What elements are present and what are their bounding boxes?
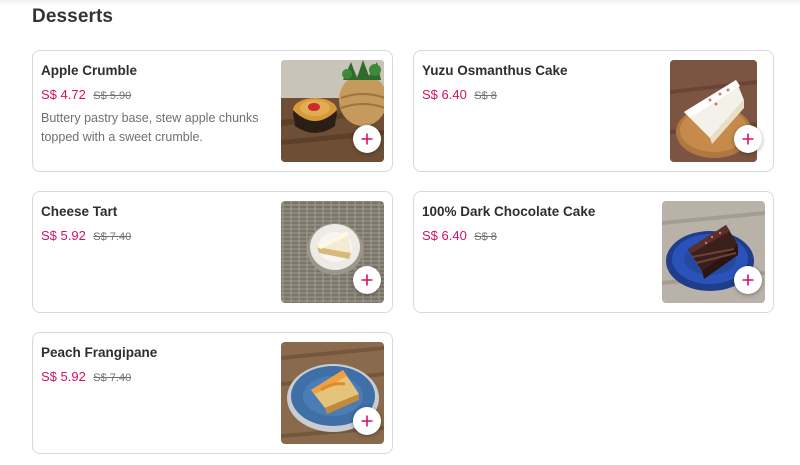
plus-icon <box>742 274 754 286</box>
menu-item-name: 100% Dark Chocolate Cake <box>422 204 596 219</box>
plus-icon <box>361 274 373 286</box>
price-row: S$ 4.72 S$ 5.90 <box>41 86 131 104</box>
section-title: Desserts <box>32 6 114 27</box>
price-row: S$ 6.40 S$ 8 <box>422 86 497 104</box>
menu-item-card[interactable]: Peach Frangipane S$ 5.92 S$ 7.40 <box>32 332 393 454</box>
menu-item-original-price: S$ 8 <box>474 90 497 102</box>
menu-item-card[interactable]: Cheese Tart S$ 5.92 S$ 7.40 <box>32 191 393 313</box>
menu-item-price: S$ 6.40 <box>422 87 467 102</box>
menu-item-original-price: S$ 7.40 <box>93 231 132 243</box>
header-shadow <box>0 0 800 6</box>
add-to-cart-button[interactable] <box>353 407 381 435</box>
menu-item-price: S$ 5.92 <box>41 228 86 243</box>
plus-icon <box>361 133 373 145</box>
add-to-cart-button[interactable] <box>353 266 381 294</box>
menu-item-card[interactable]: Apple Crumble S$ 4.72 S$ 5.90 Buttery pa… <box>32 50 393 172</box>
menu-item-original-price: S$ 5.90 <box>93 90 132 102</box>
menu-item-description: Buttery pastry base, stew apple chunks t… <box>41 111 259 144</box>
menu-item-name: Apple Crumble <box>41 63 138 78</box>
price-row: S$ 5.92 S$ 7.40 <box>41 368 131 386</box>
menu-item-price: S$ 5.92 <box>41 369 86 384</box>
menu-item-card[interactable]: Yuzu Osmanthus Cake S$ 6.40 S$ 8 <box>413 50 774 172</box>
plus-icon <box>742 133 754 145</box>
plus-icon <box>361 415 373 427</box>
price-row: S$ 5.92 S$ 7.40 <box>41 227 131 245</box>
menu-item-original-price: S$ 7.40 <box>93 372 132 384</box>
add-to-cart-button[interactable] <box>734 266 762 294</box>
add-to-cart-button[interactable] <box>353 125 381 153</box>
menu-item-original-price: S$ 8 <box>474 231 497 243</box>
menu-item-name: Cheese Tart <box>41 204 118 219</box>
add-to-cart-button[interactable] <box>734 125 762 153</box>
menu-item-price: S$ 6.40 <box>422 228 467 243</box>
menu-item-name: Yuzu Osmanthus Cake <box>422 63 568 78</box>
price-row: S$ 6.40 S$ 8 <box>422 227 497 245</box>
menu-item-card[interactable]: 100% Dark Chocolate Cake S$ 6.40 S$ 8 <box>413 191 774 313</box>
menu-item-name: Peach Frangipane <box>41 345 158 360</box>
menu-item-price: S$ 4.72 <box>41 87 86 102</box>
